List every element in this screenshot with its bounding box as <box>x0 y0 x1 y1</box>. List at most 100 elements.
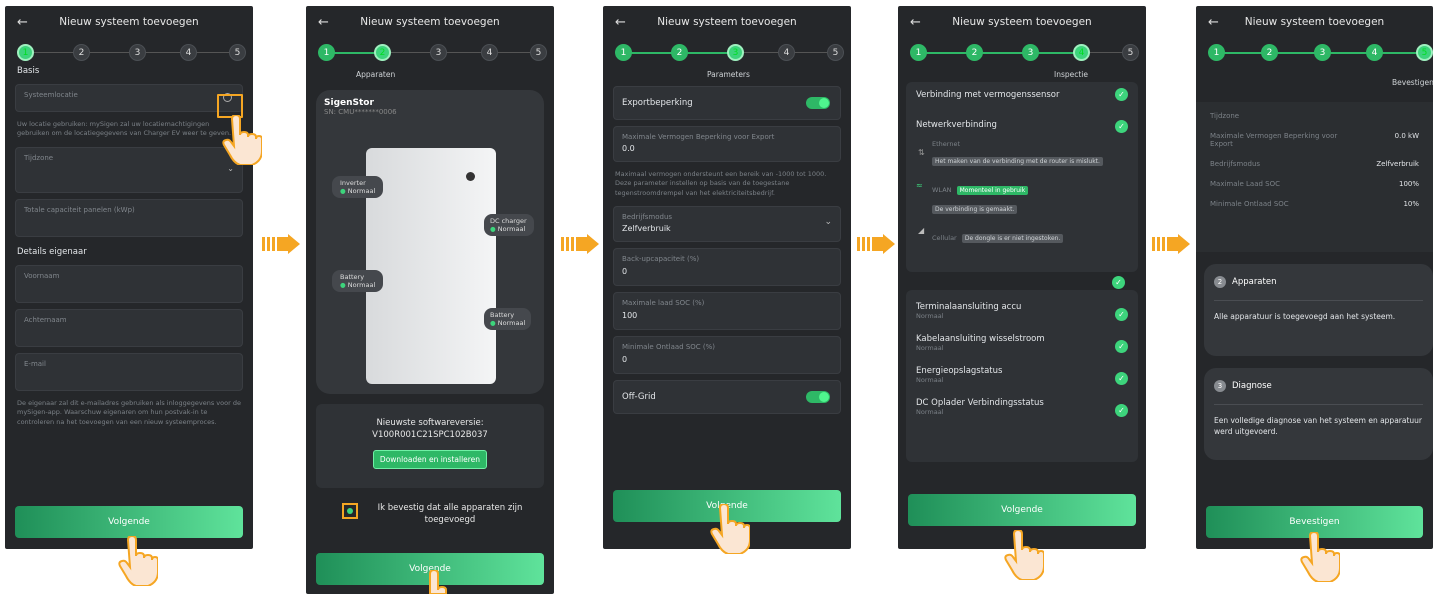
firstname-field[interactable]: Voornaam <box>15 264 243 303</box>
stepper: 1 2 3 4 5 <box>15 40 246 66</box>
stepper: 1 2 3 4 5 <box>613 40 844 66</box>
tz-row: Tijdzone <box>1196 102 1433 126</box>
timezone-label: Tijdzone <box>24 153 54 162</box>
mode-label: Bedrijfsmodus <box>1210 160 1261 168</box>
wlan-badge: Momenteel in gebruik <box>956 186 1029 195</box>
check-icon: ✓ <box>1115 404 1128 417</box>
hand-pointer-icon <box>222 115 262 165</box>
device-name: SigenStor <box>324 98 374 108</box>
location-field[interactable]: Systeemlocatie <box>15 84 243 112</box>
back-arrow-icon[interactable]: ← <box>910 15 928 30</box>
maxexport-value: 0.0 kW <box>1394 132 1419 140</box>
mode-field[interactable]: Bedrijfsmodus Zelfverbruik ⌄ <box>613 206 841 243</box>
timezone-field[interactable]: Tijdzone ⌄ <box>15 146 243 193</box>
export-limit-toggle[interactable] <box>806 97 830 109</box>
battery1-label: Battery <box>340 273 365 281</box>
minsoc-field[interactable]: Minimale Ontlaad SOC (%) 0 <box>613 336 841 375</box>
battery1-tag: Battery ● Normaal <box>332 270 384 292</box>
minsoc-label: Minimale Ontlaad SOC <box>1210 200 1289 208</box>
software-card: Nieuwste softwareversie: V100R001C21SPC1… <box>316 404 544 488</box>
step-2: 2 <box>1261 44 1278 61</box>
mode-value: Zelfverbruik <box>1376 160 1419 168</box>
chevron-down-icon[interactable]: ⌄ <box>227 164 234 173</box>
email-field[interactable]: E-mail <box>15 352 243 391</box>
sensor-row: Verbinding met vermogenssensor ✓ <box>906 82 1138 104</box>
capacity-label: Totale capaciteit panelen (kWp) <box>24 205 135 214</box>
back-arrow-icon[interactable]: ← <box>1208 15 1226 30</box>
offgrid-row: Off-Grid <box>613 380 841 415</box>
screen-bevestigen: ← Nieuw systeem toevoegen 1 2 3 4 5 Beve… <box>1196 6 1433 549</box>
battery1-status: Normaal <box>347 281 376 289</box>
section-owner: Details eigenaar <box>17 246 87 257</box>
hand-pointer-icon <box>118 536 158 586</box>
back-arrow-icon[interactable]: ← <box>318 15 336 30</box>
max-export-field[interactable]: Maximale Vermogen Beperking voor Export … <box>613 126 841 162</box>
step-4: 4 <box>481 44 498 61</box>
minsoc-row: Minimale Ontlaad SOC 10% <box>1196 194 1433 214</box>
step-2: 2 <box>966 44 983 61</box>
offgrid-label: Off-Grid <box>622 392 656 403</box>
screen-parameters: ← Nieuw systeem toevoegen 1 2 3 4 5 Para… <box>603 6 851 549</box>
hand-pointer-icon <box>429 570 447 594</box>
tz-label: Tijdzone <box>1210 112 1240 120</box>
network-row: Netwerkverbinding ✓ <box>906 116 1138 134</box>
dc-label: DC charger <box>490 217 527 225</box>
max-export-help: Maximaal vermogen ondersteunt een bereik… <box>615 170 827 197</box>
sensor-label: Verbinding met vermogenssensor <box>916 90 1060 100</box>
step-3: 3 <box>1314 44 1331 61</box>
inspection-card-2: Terminalaansluiting accu Normaal ✓ Kabelaa… <box>906 290 1138 462</box>
cellular-row: ◢ Cellular De dongle is er niet ingestok… <box>906 215 1138 244</box>
check-icon: ✓ <box>1115 120 1128 133</box>
next-button[interactable]: Volgende <box>15 506 243 538</box>
wlan-message: De verbinding is gemaakt. <box>932 205 1018 214</box>
dc-status-row: DC Oplader Verbindingsstatus Normaal ✓ <box>906 388 1138 420</box>
back-arrow-icon[interactable]: ← <box>17 15 35 30</box>
maxsoc-value: 100 <box>622 311 638 321</box>
hand-pointer-icon <box>1004 530 1044 580</box>
ethernet-row: ⇅ Ethernet Het maken van de verbinding m… <box>906 134 1138 167</box>
device-serial: SN: CMU*******0006 <box>324 108 397 116</box>
chevron-down-icon[interactable]: ⌄ <box>824 217 832 227</box>
download-install-button[interactable]: Downloaden en installeren <box>372 450 488 469</box>
offgrid-toggle[interactable] <box>806 391 830 404</box>
battery2-label: Battery <box>490 311 515 319</box>
page-title: Nieuw systeem toevoegen <box>360 16 500 28</box>
step-3: 3 <box>129 44 146 61</box>
software-version: V100R001C21SPC102B037 <box>372 430 488 440</box>
maxsoc-label: Maximale Laad SOC <box>1210 180 1280 188</box>
storage-status: Normaal <box>916 376 944 384</box>
step-5: 5 <box>827 44 844 61</box>
lastname-field[interactable]: Achternaam <box>15 308 243 347</box>
check-icon: ✓ <box>1115 340 1128 353</box>
section-text: Een volledige diagnose van het systeem e… <box>1214 416 1423 437</box>
step-4: 4 <box>180 44 197 61</box>
email-label: E-mail <box>24 359 46 368</box>
device-image <box>366 148 496 384</box>
arrow-right-icon <box>1152 234 1190 254</box>
backup-field[interactable]: Back-upcapaciteit (%) 0 <box>613 248 841 287</box>
top-bar: ← Nieuw systeem toevoegen <box>306 6 554 38</box>
capacity-field[interactable]: Totale capaciteit panelen (kWp) <box>15 198 243 237</box>
step-3: 3 <box>727 44 744 61</box>
battery2-tag: Battery ● Normaal <box>484 308 532 330</box>
next-button[interactable]: Volgende <box>908 494 1136 526</box>
hand-pointer-icon <box>710 504 750 554</box>
maxsoc-field[interactable]: Maximale laad SOC (%) 100 <box>613 292 841 331</box>
step-label: Parameters <box>707 70 750 79</box>
arrow-right-icon <box>561 234 599 254</box>
inverter-status: Normaal <box>347 187 376 195</box>
check-icon: ✓ <box>1115 372 1128 385</box>
screen-apparaten: ← Nieuw systeem toevoegen 1 2 3 4 5 Appa… <box>306 6 554 594</box>
max-export-label: Maximale Vermogen Beperking voor Export <box>622 133 775 141</box>
top-bar: ← Nieuw systeem toevoegen <box>603 6 851 38</box>
step-4: 4 <box>778 44 795 61</box>
back-arrow-icon[interactable]: ← <box>615 15 633 30</box>
battery2-status: Normaal <box>497 319 526 327</box>
maxsoc-label: Maximale laad SOC (%) <box>622 299 705 308</box>
section-number: 2 <box>1214 276 1226 288</box>
confirm-checkbox[interactable] <box>342 503 358 519</box>
confirm-text: Ik bevestig dat alle apparaten zijn toeg… <box>377 503 523 525</box>
page-title: Nieuw systeem toevoegen <box>1244 16 1385 28</box>
ethernet-message: Het maken van de verbinding met de route… <box>932 157 1103 166</box>
step-1: 1 <box>1208 44 1225 61</box>
